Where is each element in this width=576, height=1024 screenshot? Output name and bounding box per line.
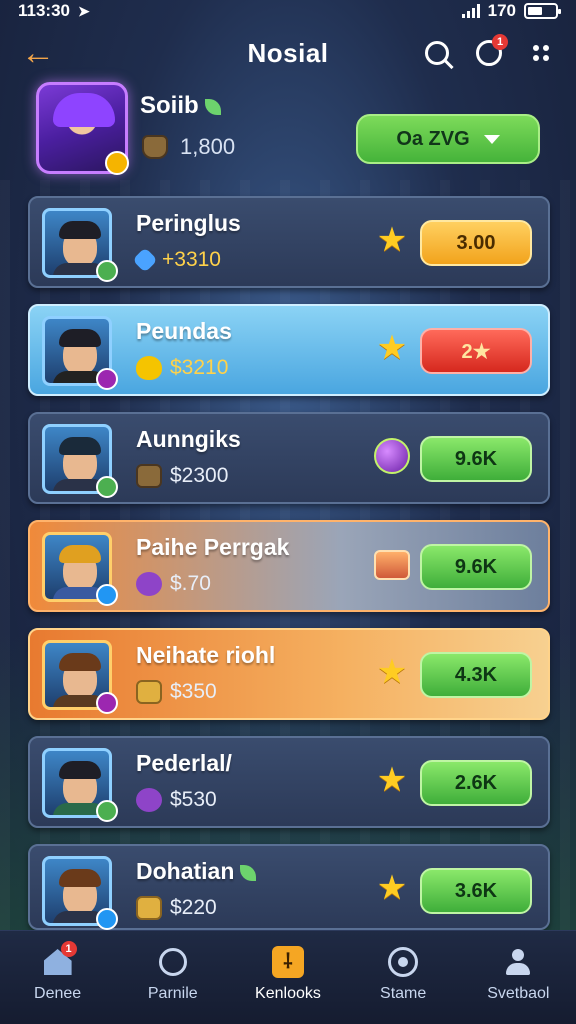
nav-item-chat[interactable]: Parnile [119,945,227,1003]
target-icon [388,947,419,977]
nav-label: Denee [34,985,82,1002]
page-title: Nosial [247,37,329,68]
player-name: Soiib [140,92,221,120]
list-item[interactable]: Neihate riohl $350 ★ 4.3K [28,628,550,720]
player-name: Peringlus [136,210,241,236]
nav-label: Kenlooks [255,985,321,1002]
filter-dropdown[interactable]: Oa ZVG [356,114,540,164]
status-time: 113:30 [18,1,70,20]
player-value: $530 [170,788,217,811]
level-badge [96,368,118,390]
player-coins: 1,800 [142,134,235,160]
player-value: $220 [170,896,217,919]
location-arrow-icon: ➤ [78,2,90,19]
score-button[interactable]: 2★ [420,328,532,374]
player-avatar[interactable] [36,82,129,175]
leaf-icon [204,98,221,115]
player-name: Neihate riohl [136,642,276,668]
back-arrow-icon[interactable]: ← [20,36,56,72]
player-value: +3310 [162,248,221,271]
level-badge [96,692,118,714]
level-badge [96,584,118,606]
nav-badge: 1 [60,941,77,957]
star-icon: ★ [376,653,408,691]
search-icon [425,41,449,65]
notifications-button[interactable]: 1 [472,34,508,70]
star-icon: ★ [376,221,408,259]
player-value: $350 [170,680,217,703]
coin-stack-icon [136,896,162,920]
profile-card: Soiib 1,800 Oa ZVG [0,80,576,180]
score-button[interactable]: 4.3K [420,652,532,698]
profile-icon [503,947,533,977]
player-name: Paihe Perrgak [136,534,290,560]
status-bar: 113:30 ➤ 170 [0,0,576,22]
dropdown-label: Oa ZVG [396,127,470,150]
leaf-icon [240,864,257,881]
chevron-down-icon [483,134,500,144]
chat-icon [158,948,187,976]
player-name: Aunngiks [136,426,241,452]
level-badge [96,908,118,930]
list-item[interactable]: Aunngiks $2300 9.6K [28,412,550,504]
coin-icon [105,151,129,175]
player-value: $.70 [170,572,211,595]
signal-icon [461,4,480,18]
score-button[interactable]: 3.6K [420,868,532,914]
level-badge [96,800,118,822]
score-button[interactable]: 3.00 [420,220,532,266]
bottom-navigation: 1 Denee Parnile ⸸ Kenlooks Stame Svetbao… [0,930,576,1024]
coin-stack-icon [136,680,162,704]
money-bag-icon [136,464,162,488]
nav-item-home[interactable]: 1 Denee [4,941,112,1003]
star-icon: ★ [376,869,408,907]
nav-label: Parnile [147,985,198,1002]
nav-label: Stame [380,985,427,1002]
list-item[interactable]: Dohatian $220 ★ 3.6K [28,844,550,930]
battery-icon [524,3,561,19]
star-icon: ★ [376,761,408,799]
player-value: $3210 [170,356,229,379]
gem-icon [132,247,158,273]
list-item[interactable]: Paihe Perrgak $.70 9.6K [28,520,550,612]
nav-item-profile[interactable]: Svetbaol [464,945,572,1003]
notification-badge: 1 [492,34,508,50]
score-button[interactable]: 9.6K [420,436,532,482]
coin-icon [136,356,162,380]
player-name: Pederlal/ [136,750,232,776]
list-item[interactable]: Peringlus +3310 ★ 3.00 [28,196,550,288]
level-badge [96,260,118,282]
header: ← Nosial 1 [0,28,576,78]
level-badge [96,476,118,498]
list-item[interactable]: Peundas $3210 ★ 2★ [28,304,550,396]
menu-dots-icon [533,45,549,61]
nav-item-leaderboard[interactable]: ⸸ Kenlooks [234,945,342,1003]
berry-icon [136,572,162,596]
star-icon: ★ [376,329,408,367]
search-button[interactable] [420,36,454,70]
player-value: $2300 [170,464,229,487]
orb-icon [374,438,410,474]
status-carrier: 170 [487,1,516,20]
gift-box-icon [374,550,410,580]
coin-balance: 1,800 [180,134,236,159]
berry-icon [136,788,162,812]
more-options-button[interactable] [524,36,558,70]
score-button[interactable]: 9.6K [420,544,532,590]
score-button[interactable]: 2.6K [420,760,532,806]
money-bag-icon [142,135,168,159]
trophy-icon: ⸸ [271,946,304,978]
player-name: Peundas [136,318,232,344]
nav-item-target[interactable]: Stame [349,945,457,1003]
list-item[interactable]: Pederlal/ $530 ★ 2.6K [28,736,550,828]
nav-label: Svetbaol [487,985,550,1002]
player-name: Dohatian [136,858,257,885]
